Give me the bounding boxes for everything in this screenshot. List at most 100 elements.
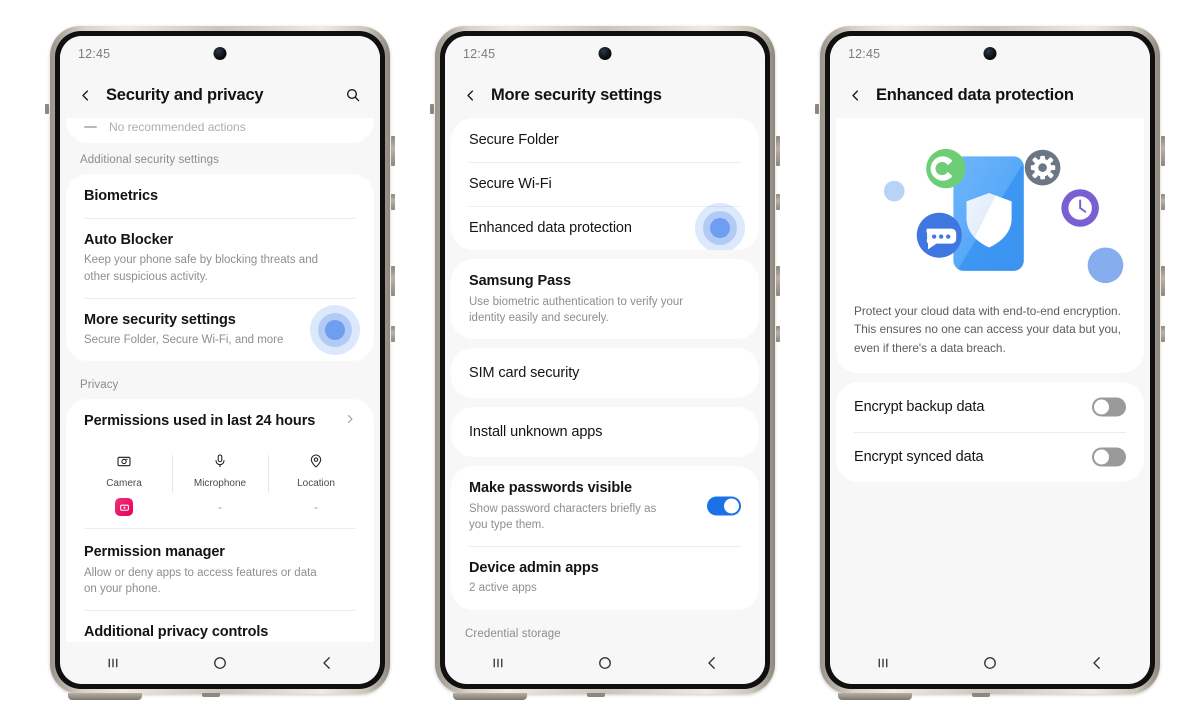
phone-screen-3: 12:45 Enhanced data protection Protect y… [830,36,1150,684]
recommended-actions-card[interactable]: No recommended actions [66,118,374,143]
recents-icon[interactable] [861,649,905,677]
samsung-pass-card: Samsung Pass Use biometric authenticatio… [451,259,759,340]
app-bar-1: Security and privacy [60,72,380,118]
camera-icon [116,453,132,474]
side-button-4[interactable] [1161,326,1165,342]
item-title: Auto Blocker [84,232,174,249]
bottom-speaker-nub [68,693,142,700]
item-subtitle: Show password characters briefly as you … [469,502,657,531]
list-item-more-security-settings[interactable]: More security settings Secure Folder, Se… [66,297,374,361]
navigation-bar-2 [445,642,765,684]
encryption-toggles-card: Encrypt backup data Encrypt synced data [836,381,1144,483]
page-title: Security and privacy [106,85,264,104]
item-subtitle: Secure Folder, Secure Wi-Fi, and more [84,334,284,347]
list-item-device-admin-apps[interactable]: Device admin apps 2 active apps [451,546,759,609]
side-button-1[interactable] [1161,136,1165,166]
side-button-1[interactable] [776,136,780,166]
side-button-2[interactable] [776,194,780,210]
status-bar-2: 12:45 [445,36,765,72]
item-title: SIM card security [469,365,580,382]
no-recommended-actions-row[interactable]: No recommended actions [66,118,374,143]
item-title: Additional privacy controls [84,624,269,641]
enhanced-data-protection-illustration [836,118,1144,298]
permission-label: Location [297,478,335,490]
list-item-secure-folder[interactable]: Secure Folder [451,118,759,162]
list-item-auto-blocker[interactable]: Auto Blocker Keep your phone safe by blo… [66,218,374,298]
phone-bezel-2: 12:45 More security settings Secure Fold… [440,31,770,689]
item-title: Permission manager [84,544,225,561]
chevron-right-icon [344,412,356,430]
recents-icon[interactable] [476,649,520,677]
side-button-4[interactable] [776,326,780,342]
permission-value: - [314,500,318,515]
item-title: Secure Folder [469,132,559,148]
back-chevron-icon[interactable] [72,82,98,108]
side-button-3[interactable] [776,266,780,296]
permission-camera[interactable]: Camera [76,453,172,517]
list-item-biometrics[interactable]: Biometrics [66,174,374,218]
front-camera-punchhole [983,47,997,60]
side-button-3[interactable] [391,266,395,296]
back-icon[interactable] [305,649,349,677]
permission-value: - [218,500,222,515]
home-icon[interactable] [583,649,627,677]
tap-ripple-indicator [310,304,360,355]
back-chevron-icon[interactable] [842,82,868,108]
bottom-antenna-nub [587,693,605,697]
side-button-4[interactable] [391,326,395,342]
list-item-additional-privacy-controls[interactable]: Additional privacy controls Control acce… [66,610,374,642]
side-button-2[interactable] [391,194,395,210]
back-icon[interactable] [690,649,734,677]
screenshot-stage: 12:45 Security and privacy No recommende… [0,0,1199,723]
list-item-enhanced-data-protection[interactable]: Enhanced data protection [451,203,759,251]
list-item-secure-wifi[interactable]: Secure Wi-Fi [451,162,759,206]
list-item-encrypt-synced-data[interactable]: Encrypt synced data [836,431,1144,482]
app-bar-2: More security settings [445,72,765,118]
scroll-body-1[interactable]: No recommended actions Additional securi… [60,118,380,642]
scroll-body-3[interactable]: Protect your cloud data with end-to-end … [830,118,1150,642]
phone-screen-1: 12:45 Security and privacy No recommende… [60,36,380,684]
bottom-antenna-nub [972,693,990,697]
home-icon[interactable] [968,649,1012,677]
enhanced-data-protection-description: Protect your cloud data with end-to-end … [854,304,1121,355]
side-button-1[interactable] [391,136,395,166]
list-item-install-unknown-apps[interactable]: Install unknown apps [451,407,759,457]
permissions-grid: Camera Microphone - Location - [66,443,374,520]
search-icon[interactable] [340,82,366,108]
item-title: Samsung Pass [469,273,571,290]
list-item-sim-card-security[interactable]: SIM card security [451,348,759,398]
home-icon[interactable] [198,649,242,677]
list-item-make-passwords-visible[interactable]: Make passwords visible Show password cha… [451,466,759,546]
encrypt-synced-data-toggle[interactable] [1092,447,1126,467]
side-button-3[interactable] [1161,266,1165,296]
left-frame-notch [430,104,434,114]
app-bar-3: Enhanced data protection [830,72,1150,118]
sim-card-security-card: SIM card security [451,348,759,399]
item-title: Install unknown apps [469,424,603,441]
list-item-permission-manager[interactable]: Permission manager Allow or deny apps to… [66,529,374,610]
app-icon[interactable] [115,498,133,517]
back-icon[interactable] [1075,649,1119,677]
passwords-admin-card: Make passwords visible Show password cha… [451,466,759,610]
permission-microphone[interactable]: Microphone - [172,453,268,516]
back-chevron-icon[interactable] [457,82,483,108]
make-passwords-visible-toggle[interactable] [707,496,741,516]
permission-label: Microphone [193,478,247,490]
phone-bezel-3: 12:45 Enhanced data protection Protect y… [825,31,1155,689]
item-title: Encrypt synced data [854,448,984,465]
additional-security-card: Biometrics Auto Blocker Keep your phone … [66,174,374,362]
scroll-body-2[interactable]: Secure Folder Secure Wi-Fi Enhanced data… [445,118,765,642]
permission-location[interactable]: Location - [268,453,364,516]
side-button-2[interactable] [1161,194,1165,210]
recents-icon[interactable] [91,649,135,677]
location-pin-icon [308,453,324,474]
list-item-encrypt-backup-data[interactable]: Encrypt backup data [836,382,1144,432]
item-subtitle: Use biometric authentication to verify y… [469,295,684,324]
encrypt-backup-data-toggle[interactable] [1092,397,1126,417]
permissions-used-row[interactable]: Permissions used in last 24 hours [66,399,374,443]
decor-circle-small [883,180,905,202]
no-recommended-actions-label: No recommended actions [109,120,246,134]
bottom-speaker-nub [453,693,527,700]
phone-bezel-1: 12:45 Security and privacy No recommende… [55,31,385,689]
list-item-samsung-pass[interactable]: Samsung Pass Use biometric authenticatio… [451,259,759,339]
